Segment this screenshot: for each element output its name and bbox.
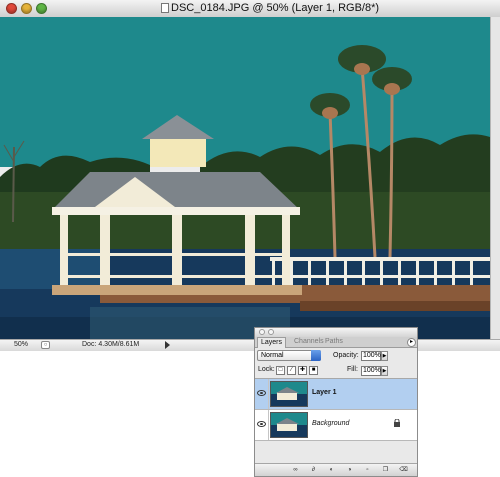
status-menu-arrow-icon[interactable] bbox=[165, 341, 170, 349]
trash-icon[interactable]: ⌫ bbox=[399, 466, 408, 474]
palette-tabs: Layers Channels Paths bbox=[255, 337, 417, 348]
layer-row-layer-1[interactable]: Layer 1 bbox=[255, 379, 417, 410]
lock-brush-icon[interactable]: ∕ bbox=[287, 366, 296, 375]
layers-palette: Layers Channels Paths ▸ Normal Opacity: … bbox=[254, 327, 418, 477]
photo-gazebo bbox=[0, 17, 490, 339]
layer-thumbnail bbox=[270, 381, 308, 407]
minimize-button[interactable] bbox=[21, 3, 32, 14]
layer-row-background[interactable]: Background bbox=[255, 410, 417, 441]
palette-bottom-bar: ∞ ∂ ◐ ◑ ▫ ❐ ⌫ bbox=[255, 463, 417, 476]
layer-mask-icon[interactable]: ◐ bbox=[327, 466, 336, 474]
zoom-level[interactable]: 50% bbox=[14, 341, 28, 348]
image-canvas[interactable] bbox=[0, 17, 490, 339]
eye-icon bbox=[257, 390, 266, 396]
palette-close-button[interactable] bbox=[259, 329, 265, 335]
tab-paths[interactable]: Paths bbox=[322, 337, 346, 347]
fill-label: Fill: bbox=[347, 366, 358, 373]
layer-style-icon[interactable]: ∂ bbox=[309, 466, 318, 474]
palette-title-bar[interactable] bbox=[255, 328, 417, 337]
layer-thumbnail bbox=[270, 412, 308, 438]
visibility-toggle[interactable] bbox=[255, 410, 269, 440]
document-window: DSC_0184.JPG @ 50% (Layer 1, RGB/8*) 50%… bbox=[0, 0, 500, 351]
status-bar: 50% ○ Doc: 4.30M/8.61M bbox=[0, 339, 500, 351]
blend-mode-select[interactable]: Normal bbox=[257, 350, 321, 361]
layer-name: Background bbox=[312, 420, 350, 427]
lock-all-icon[interactable]: ■ bbox=[309, 366, 318, 375]
layer-name: Layer 1 bbox=[312, 389, 337, 396]
palette-menu-button[interactable]: ▸ bbox=[407, 338, 416, 347]
document-icon bbox=[161, 3, 169, 13]
link-layers-icon[interactable]: ∞ bbox=[291, 466, 300, 474]
new-group-icon[interactable]: ▫ bbox=[363, 466, 372, 474]
palette-minimize-button[interactable] bbox=[268, 329, 274, 335]
fill-input[interactable]: 100% bbox=[361, 366, 381, 376]
status-icon[interactable]: ○ bbox=[41, 341, 50, 349]
blend-row: Normal Opacity: 100% ▶ bbox=[255, 348, 417, 364]
lock-icon bbox=[394, 419, 400, 427]
visibility-toggle[interactable] bbox=[255, 379, 269, 409]
opacity-label: Opacity: bbox=[333, 352, 359, 359]
title-bar[interactable]: DSC_0184.JPG @ 50% (Layer 1, RGB/8*) bbox=[0, 0, 500, 18]
window-title: DSC_0184.JPG @ 50% (Layer 1, RGB/8*) bbox=[171, 2, 380, 14]
vertical-scrollbar[interactable] bbox=[490, 17, 500, 339]
eye-icon bbox=[257, 421, 266, 427]
lock-row: Lock: □ ∕ ✚ ■ Fill: 100% ▶ bbox=[255, 364, 417, 379]
opacity-slider-arrow-icon[interactable]: ▶ bbox=[381, 351, 388, 361]
document-size: Doc: 4.30M/8.61M bbox=[82, 341, 140, 348]
zoom-button[interactable] bbox=[36, 3, 47, 14]
opacity-input[interactable]: 100% bbox=[361, 351, 381, 361]
blend-mode-value: Normal bbox=[261, 352, 284, 359]
fill-slider-arrow-icon[interactable]: ▶ bbox=[381, 366, 388, 376]
new-layer-icon[interactable]: ❐ bbox=[381, 466, 390, 474]
chevron-updown-icon bbox=[311, 350, 321, 361]
tab-layers[interactable]: Layers bbox=[257, 337, 287, 348]
lock-move-icon[interactable]: ✚ bbox=[298, 366, 307, 375]
adjustment-layer-icon[interactable]: ◑ bbox=[345, 466, 354, 474]
lock-label: Lock: bbox=[258, 366, 275, 373]
lock-transparency-icon[interactable]: □ bbox=[276, 366, 285, 375]
close-button[interactable] bbox=[6, 3, 17, 14]
